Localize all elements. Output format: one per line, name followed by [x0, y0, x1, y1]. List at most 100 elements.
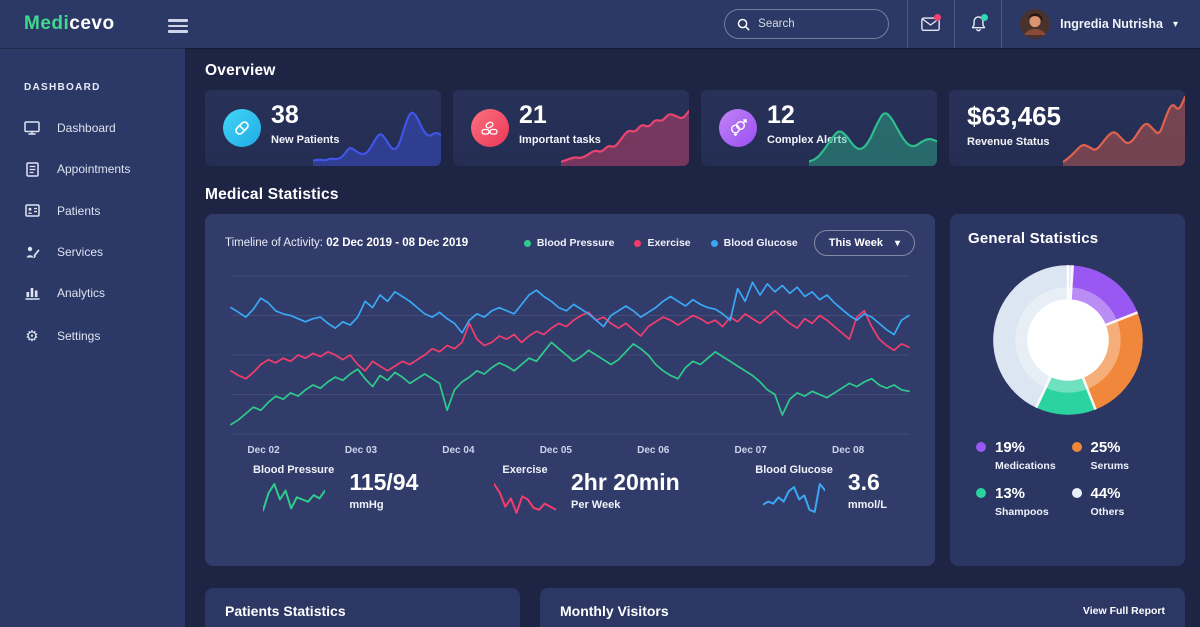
- chart-legend: Blood Pressure Exercise Blood Glucose: [523, 237, 798, 249]
- logo-rest: cevo: [69, 13, 115, 34]
- sidebar-section-title: DASHBOARD: [24, 82, 101, 93]
- vital-sparkline: [762, 481, 827, 517]
- period-select[interactable]: This Week ▾: [813, 230, 915, 256]
- user-name: Ingredia Nutrisha: [1060, 17, 1163, 31]
- sidebar-item-settings[interactable]: ⚙ Settings: [0, 313, 185, 358]
- logo-accent: Medi: [24, 13, 70, 34]
- vital-sparkline: [261, 481, 326, 517]
- notifications-button[interactable]: [955, 0, 1001, 48]
- user-menu[interactable]: Ingredia Nutrisha ▾: [1002, 0, 1200, 48]
- sidebar-item-dashboard[interactable]: Dashboard: [0, 107, 185, 148]
- legend-label: Medications: [995, 460, 1056, 472]
- stat-value: $63,465: [967, 101, 1061, 131]
- patients-statistics-card: Patients Statistics: [205, 588, 520, 627]
- sparkline-chart: [559, 106, 689, 166]
- activity-line-chart: Dec 02 Dec 03 Dec 04 Dec 05 Dec 06 Dec 07 Dec …: [225, 268, 915, 460]
- vital-blood-pressure: Blood Pressure 115/94 mmHg: [253, 464, 418, 517]
- sidebar-item-label: Patients: [57, 203, 101, 218]
- sparkline-chart: [311, 106, 441, 166]
- sparkline-chart: [807, 106, 937, 166]
- menu-toggle-icon[interactable]: [168, 16, 190, 36]
- legend-dot: [523, 239, 531, 247]
- monthly-visitors-title: Monthly Visitors: [560, 603, 669, 619]
- svg-text:Dec 06: Dec 06: [637, 445, 670, 456]
- stat-value: 12: [767, 101, 795, 129]
- patients-icon: [24, 204, 40, 217]
- sidebar: DASHBOARD Dashboard Appointments Patient…: [0, 48, 185, 627]
- legend-item-blood-glucose[interactable]: Blood Glucose: [710, 237, 798, 249]
- stat-value: 21: [519, 101, 547, 129]
- ring-icon: [1071, 488, 1082, 498]
- vitals-summary-row: Blood Pressure 115/94 mmHg Exercise 2hr …: [225, 464, 915, 517]
- sidebar-item-analytics[interactable]: Analytics: [0, 272, 185, 313]
- vital-sparkline: [493, 481, 557, 517]
- stat-card-important-tasks: 21 Important tasks: [453, 90, 689, 166]
- view-full-report-link[interactable]: View Full Report: [1083, 603, 1165, 617]
- legend-label: Serums: [1090, 460, 1130, 472]
- appointments-icon: [24, 161, 40, 177]
- vital-label: Exercise: [502, 464, 548, 476]
- ring-icon: [976, 488, 986, 498]
- donut-legend-others: 44% Others: [1071, 485, 1168, 518]
- main-content: Overview 38 New Patients 21 Important ta…: [185, 48, 1200, 627]
- medical-statistics-title: Medical Statistics: [205, 186, 339, 203]
- top-navbar: Medicevo Ingredia Nutris: [0, 0, 1200, 48]
- sidebar-item-label: Services: [57, 244, 104, 259]
- legend-label: Others: [1090, 506, 1125, 518]
- legend-dot: [710, 239, 718, 247]
- vital-value: 2hr 20min: [571, 469, 680, 495]
- sidebar-item-services[interactable]: Services: [0, 231, 185, 272]
- donut-legend-serums: 25% Serums: [1071, 439, 1168, 472]
- svg-text:Dec 07: Dec 07: [735, 445, 768, 456]
- ring-icon: [976, 442, 986, 452]
- search-box[interactable]: [724, 9, 890, 39]
- legend-percent: 13%: [995, 485, 1026, 502]
- svg-text:Dec 04: Dec 04: [442, 445, 475, 456]
- search-input[interactable]: [758, 18, 877, 30]
- stat-label: Revenue Status: [967, 136, 1050, 148]
- donut-legend: 19% Medications 25% Serums 13% Shampoos …: [968, 439, 1167, 518]
- chevron-down-icon: ▾: [894, 237, 900, 249]
- legend-item-blood-pressure[interactable]: Blood Pressure: [523, 237, 614, 249]
- legend-item-exercise[interactable]: Exercise: [634, 237, 691, 249]
- donut-legend-shampoos: 13% Shampoos: [976, 485, 1072, 518]
- sidebar-item-appointments[interactable]: Appointments: [0, 148, 185, 190]
- sparkline-chart: [1061, 92, 1185, 166]
- legend-percent: 44%: [1090, 485, 1121, 502]
- stat-card-complex-alerts: 12 Complex Alerts: [701, 90, 937, 166]
- svg-text:Dec 05: Dec 05: [540, 445, 573, 456]
- legend-dot: [634, 239, 642, 247]
- vital-unit: Per Week: [571, 499, 621, 511]
- general-donut-chart: [983, 255, 1153, 425]
- dashboard-icon: [24, 120, 40, 135]
- bottom-row: Patients Statistics Monthly Visitors Vie…: [205, 588, 1185, 627]
- timeline-range: 02 Dec 2019 - 08 Dec 2019: [326, 237, 469, 249]
- stat-card-new-patients: 38 New Patients: [205, 90, 441, 166]
- vital-exercise: Exercise 2hr 20min Per Week: [493, 464, 680, 517]
- general-statistics-card: General Statistics 19% Medications 25% S…: [950, 214, 1185, 566]
- messages-button[interactable]: [908, 0, 954, 48]
- sidebar-item-label: Dashboard: [57, 120, 116, 135]
- settings-gear-icon: ⚙: [25, 327, 39, 345]
- sidebar-item-label: Analytics: [57, 285, 106, 300]
- vital-value: 3.6: [847, 469, 880, 495]
- sidebar-item-label: Appointments: [57, 162, 131, 176]
- pill-icon: [223, 109, 261, 147]
- app-logo[interactable]: Medicevo: [24, 13, 115, 35]
- vital-unit: mmol/L: [847, 499, 887, 511]
- sidebar-item-patients[interactable]: Patients: [0, 190, 185, 231]
- vital-label: Blood Pressure: [253, 464, 335, 476]
- donut-legend-medications: 19% Medications: [976, 439, 1072, 472]
- vital-blood-glucose: Blood Glucose 3.6 mmol/L: [755, 464, 887, 517]
- search-icon: [737, 18, 750, 31]
- ring-icon: [1071, 442, 1082, 452]
- svg-text:Dec 03: Dec 03: [345, 445, 378, 456]
- chevron-down-icon: ▾: [1172, 18, 1178, 30]
- svg-text:Dec 08: Dec 08: [832, 445, 865, 456]
- general-statistics-title: General Statistics: [968, 230, 1099, 247]
- monthly-visitors-card: Monthly Visitors View Full Report: [540, 588, 1185, 627]
- svg-text:Dec 02: Dec 02: [247, 445, 280, 456]
- overview-cards: 38 New Patients 21 Important tasks 12 Co…: [205, 90, 1185, 166]
- sidebar-item-label: Settings: [57, 328, 101, 343]
- bell-badge: [981, 14, 989, 21]
